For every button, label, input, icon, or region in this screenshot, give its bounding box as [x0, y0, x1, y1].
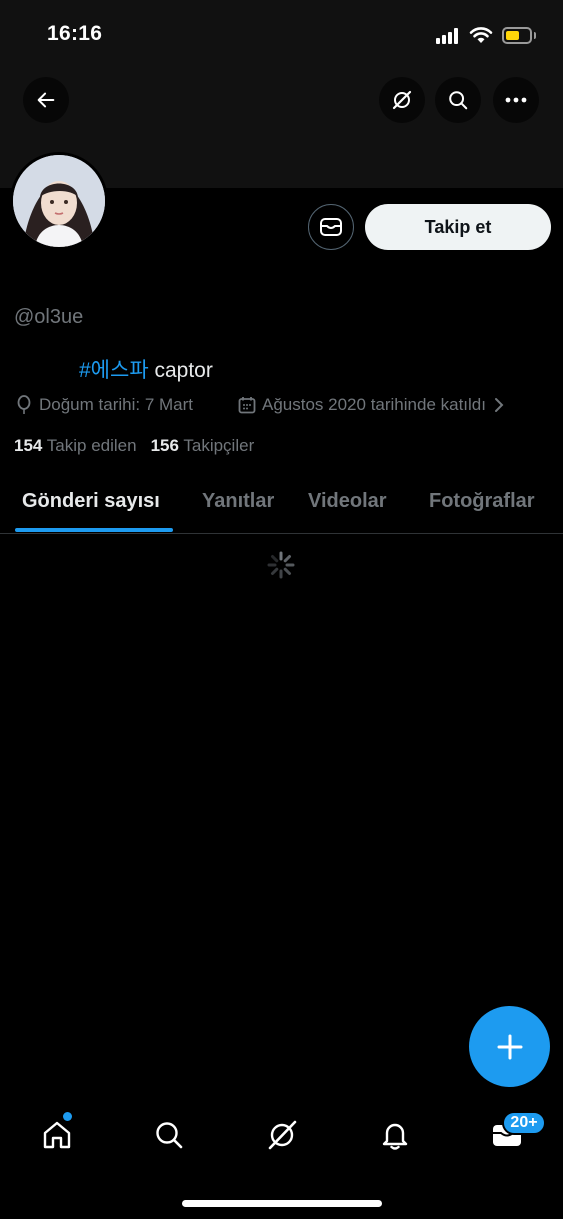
- bio-text: captor: [148, 359, 213, 382]
- balloon-icon: [17, 395, 31, 414]
- follow-button[interactable]: Takip et: [365, 204, 551, 250]
- nav-search[interactable]: [149, 1115, 189, 1155]
- profile-bio: #에스파 captor: [79, 354, 213, 384]
- home-notification-dot: [63, 1112, 72, 1121]
- status-time: 16:16: [47, 22, 103, 45]
- battery-icon: [502, 27, 532, 44]
- profile-tabs: Gönderi sayısı Yanıtlar Videolar Fotoğra…: [0, 468, 563, 534]
- home-icon: [43, 1121, 71, 1149]
- calendar-icon: [238, 397, 256, 414]
- search-icon: [449, 91, 468, 110]
- nav-grok[interactable]: [262, 1115, 302, 1155]
- more-options-button[interactable]: [493, 77, 539, 123]
- grok-button[interactable]: [379, 77, 425, 123]
- grok-icon: [268, 1120, 297, 1150]
- grok-icon: [392, 90, 412, 110]
- compose-button[interactable]: [469, 1006, 550, 1087]
- active-tab-indicator: [15, 528, 173, 532]
- nav-home[interactable]: [37, 1115, 77, 1155]
- following-count: 154: [14, 436, 43, 455]
- home-indicator[interactable]: [182, 1200, 382, 1207]
- envelope-icon: [320, 218, 342, 236]
- battery-tip: [534, 32, 536, 39]
- plus-icon: [497, 1034, 522, 1059]
- tab-videos[interactable]: Videolar: [308, 490, 387, 513]
- followers-label: Takipçiler: [183, 436, 255, 455]
- profile-handle: @ol3ue: [14, 306, 84, 328]
- chevron-right-icon: [494, 398, 504, 412]
- joined-info[interactable]: Ağustos 2020 tarihinde katıldı: [238, 395, 506, 415]
- more-dots-icon: [505, 97, 527, 103]
- tab-replies[interactable]: Yanıtlar: [202, 490, 274, 513]
- avatar-image: [13, 155, 105, 247]
- wifi-icon: [469, 27, 493, 43]
- signal-icon: [436, 28, 460, 44]
- tab-photos[interactable]: Fotoğraflar: [429, 490, 535, 513]
- arrow-left-icon: [37, 92, 55, 108]
- followers-link[interactable]: 156 Takipçiler: [151, 436, 255, 455]
- followers-count: 156: [150, 436, 179, 455]
- bio-hashtag-link[interactable]: #에스파: [79, 359, 149, 382]
- nav-notifications[interactable]: [375, 1115, 415, 1155]
- search-button[interactable]: [435, 77, 481, 123]
- bell-icon: [382, 1123, 408, 1150]
- birthday-text: Doğum tarihi: 7 Mart: [39, 395, 193, 414]
- birthday-info: Doğum tarihi: 7 Mart: [15, 395, 193, 415]
- follow-stats: 154 Takip edilen 156 Takipçiler: [14, 436, 254, 456]
- back-button[interactable]: [23, 77, 69, 123]
- following-label: Takip edilen: [46, 436, 137, 455]
- loading-spinner-icon: [267, 551, 295, 579]
- status-bar: 16:16: [0, 0, 563, 70]
- bottom-nav: 20+: [0, 1100, 563, 1170]
- following-link[interactable]: 154 Takip edilen: [14, 436, 137, 455]
- tab-posts[interactable]: Gönderi sayısı: [22, 490, 160, 513]
- message-button[interactable]: [308, 204, 354, 250]
- messages-badge: 20+: [502, 1111, 546, 1135]
- avatar[interactable]: [10, 152, 108, 250]
- joined-text: Ağustos 2020 tarihinde katıldı: [262, 395, 486, 414]
- search-icon: [156, 1122, 183, 1149]
